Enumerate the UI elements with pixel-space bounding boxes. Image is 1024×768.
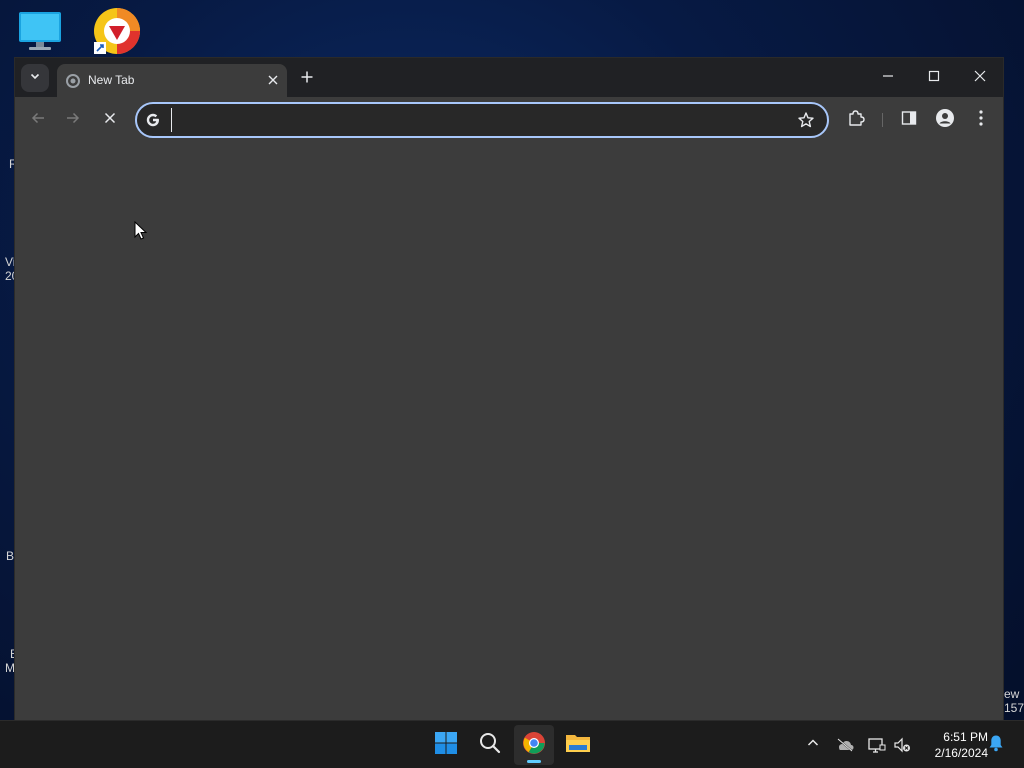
mouse-cursor-icon (134, 220, 148, 241)
app-shortcut-icon[interactable] (92, 6, 142, 56)
show-hidden-icons-button[interactable] (803, 735, 823, 755)
active-app-indicator (527, 760, 541, 763)
close-icon (974, 69, 986, 87)
search-icon (479, 732, 501, 759)
start-button[interactable] (426, 725, 466, 765)
new-tab-button[interactable] (295, 67, 319, 91)
page-content[interactable] (15, 143, 1003, 721)
system-clock[interactable]: 6:51 PM 2/16/2024 (918, 729, 988, 761)
tab-search-button[interactable] (21, 64, 49, 92)
taskbar: 6:51 PM 2/16/2024 (0, 720, 1024, 768)
clock-date: 2/16/2024 (934, 746, 988, 760)
toolbar-divider (882, 113, 883, 127)
clock-time: 6:51 PM (943, 730, 988, 744)
minimize-icon (882, 69, 894, 87)
taskbar-search-button[interactable] (470, 725, 510, 765)
bell-icon (988, 734, 1004, 757)
google-icon (145, 112, 161, 128)
close-window-button[interactable] (958, 62, 1002, 94)
puzzle-icon (847, 109, 865, 132)
profile-button[interactable] (932, 107, 958, 133)
bookmark-star-icon[interactable] (797, 111, 815, 129)
maximize-button[interactable] (912, 62, 956, 94)
volume-muted-icon[interactable] (892, 735, 912, 755)
more-vertical-icon (979, 109, 983, 131)
desktop-label-fragment: ew (1004, 687, 1020, 701)
tab-strip: New Tab (15, 58, 1003, 97)
arrow-right-icon (66, 111, 80, 130)
this-pc-icon[interactable] (18, 10, 62, 52)
loading-spinner-icon (65, 73, 81, 89)
side-panel-icon (901, 110, 917, 131)
stop-loading-button[interactable] (97, 107, 123, 133)
menu-button[interactable] (968, 107, 994, 133)
onedrive-offline-icon[interactable] (835, 735, 855, 755)
chrome-icon (522, 731, 546, 760)
file-explorer-icon (565, 732, 591, 759)
taskbar-file-explorer-button[interactable] (558, 725, 598, 765)
minimize-button[interactable] (866, 62, 910, 94)
address-bar[interactable] (135, 102, 829, 138)
close-icon (104, 111, 116, 129)
network-icon[interactable] (867, 735, 887, 755)
browser-toolbar (15, 97, 1003, 143)
windows-start-icon (434, 731, 458, 760)
taskbar-chrome-button[interactable] (514, 725, 554, 765)
tab-close-icon[interactable] (265, 72, 281, 88)
desktop-label-fragment: 157 (1004, 701, 1024, 715)
arrow-left-icon (31, 111, 45, 130)
tab-new-tab[interactable]: New Tab (57, 64, 287, 97)
maximize-icon (928, 69, 940, 87)
chevron-up-icon (807, 736, 819, 754)
side-panel-button[interactable] (896, 107, 922, 133)
chevron-down-icon (29, 69, 41, 87)
plus-icon (301, 70, 313, 88)
browser-window: New Tab (14, 57, 1004, 721)
address-input[interactable] (171, 108, 771, 132)
profile-avatar-icon (935, 108, 955, 133)
extensions-button[interactable] (843, 107, 869, 133)
tab-title: New Tab (88, 73, 135, 87)
notifications-button[interactable] (986, 735, 1006, 755)
back-button[interactable] (25, 107, 51, 133)
forward-button[interactable] (60, 107, 86, 133)
